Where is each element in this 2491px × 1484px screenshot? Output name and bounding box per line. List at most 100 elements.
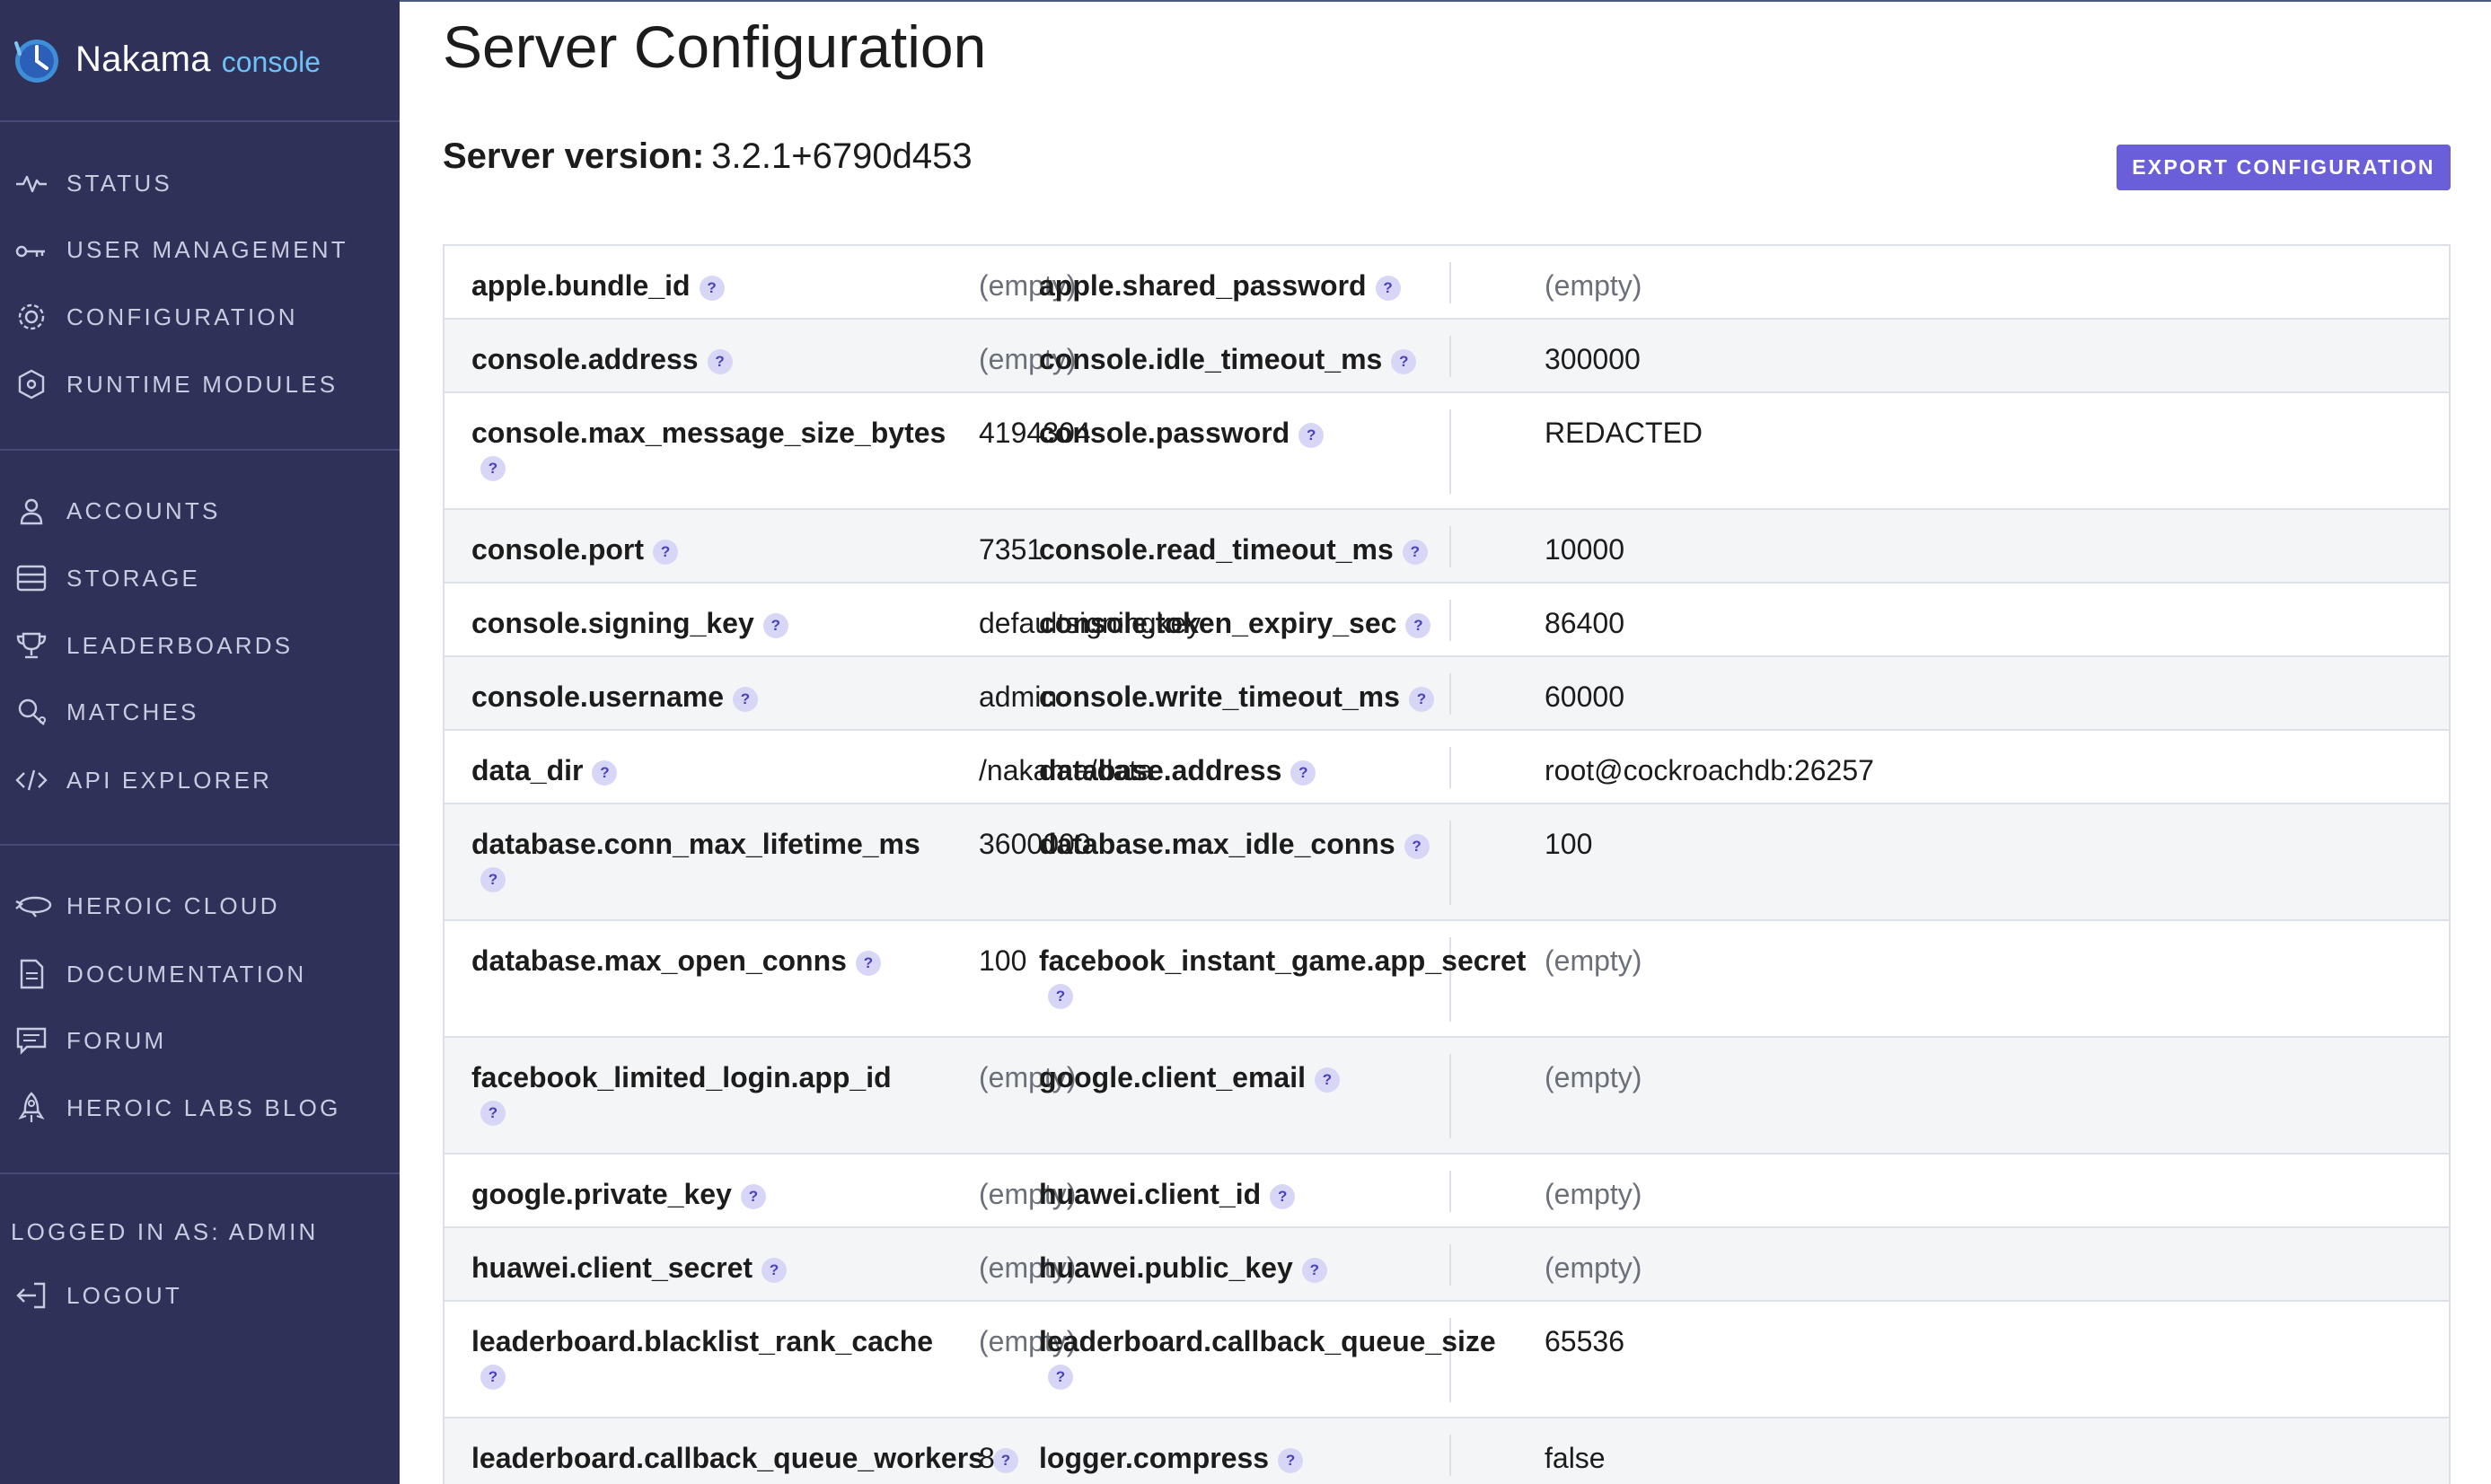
help-icon[interactable]: ? [733, 686, 758, 712]
server-version-label: Server version: [443, 136, 705, 176]
brand[interactable]: Nakama console [11, 32, 321, 86]
help-icon[interactable]: ? [1048, 984, 1073, 1009]
config-key-label: console.address [471, 343, 699, 375]
sidebar-item-configuration[interactable]: CONFIGURATION [0, 290, 400, 344]
help-icon[interactable]: ? [1278, 1447, 1304, 1473]
help-icon[interactable]: ? [1314, 1067, 1340, 1093]
sidebar-item-heroic-labs-blog[interactable]: HEROIC LABS BLOG [0, 1081, 400, 1135]
help-icon[interactable]: ? [1402, 539, 1428, 565]
sidebar-item-label: RUNTIME MODULES [66, 370, 339, 398]
config-value: (empty) [1545, 1251, 1642, 1284]
config-value: 8 [979, 1442, 995, 1474]
column-separator [1449, 1171, 1451, 1212]
sidebar-item-label: DOCUMENTATION [66, 960, 307, 988]
config-key: leaderboard.callback_queue_workers? [471, 1436, 1018, 1480]
sidebar-item-leaderboards[interactable]: LEADERBOARDS [0, 619, 400, 672]
config-key-label: leaderboard.blacklist_rank_cache [471, 1325, 934, 1357]
help-icon[interactable]: ? [761, 1257, 788, 1283]
sidebar-item-storage[interactable]: STORAGE [0, 551, 400, 605]
sidebar-item-status[interactable]: STATUS [0, 156, 400, 210]
help-icon[interactable]: ? [1408, 686, 1434, 712]
help-icon[interactable]: ? [707, 348, 733, 374]
column-separator [1449, 1244, 1451, 1286]
help-icon[interactable]: ? [480, 1365, 506, 1390]
config-row: console.port? 7351 console.read_timeout_ms… [445, 510, 2449, 584]
config-value: REDACTED [1545, 417, 1703, 449]
matches-icon [14, 695, 48, 729]
help-icon[interactable]: ? [762, 612, 788, 638]
export-configuration-button[interactable]: EXPORT CONFIGURATION [2117, 145, 2451, 190]
config-key: database.address? [1039, 749, 1316, 792]
config-key: database.conn_max_lifetime_ms? [471, 822, 920, 892]
sidebar-item-api-explorer[interactable]: API EXPLORER [0, 753, 400, 807]
chat-icon [14, 1023, 48, 1058]
server-version: Server version: 3.2.1+6790d453 [443, 136, 973, 177]
config-key: huawei.client_secret? [471, 1246, 788, 1289]
config-key-label: apple.bundle_id [471, 269, 691, 302]
config-row: database.max_open_conns? 100 facebook_inst… [445, 921, 2449, 1038]
config-key-label: facebook_limited_login.app_id [471, 1061, 892, 1093]
help-icon[interactable]: ? [653, 539, 679, 565]
config-key-label: console.write_timeout_ms [1039, 681, 1400, 713]
help-icon[interactable]: ? [1405, 612, 1431, 638]
help-icon[interactable]: ? [480, 456, 506, 481]
config-key-label: huawei.public_key [1039, 1251, 1293, 1284]
config-key-label: console.signing_key [471, 607, 754, 639]
help-icon[interactable]: ? [480, 867, 506, 892]
help-icon[interactable]: ? [592, 760, 618, 786]
config-key: console.read_timeout_ms? [1039, 528, 1428, 571]
gear-icon [14, 300, 48, 334]
logout-button[interactable]: LOGOUT [0, 1269, 400, 1322]
column-separator [1449, 526, 1451, 567]
help-icon[interactable]: ? [1404, 833, 1430, 859]
config-key-label: console.max_message_size_bytes [471, 417, 946, 449]
config-key-label: huawei.client_secret [471, 1251, 753, 1284]
config-value: root@cockroachdb:26257 [1545, 754, 1874, 786]
sidebar-item-label: ACCOUNTS [66, 496, 221, 524]
config-row: console.signing_key? defaultsigningkey con… [445, 584, 2449, 657]
sidebar-item-documentation[interactable]: DOCUMENTATION [0, 947, 400, 1001]
help-icon[interactable]: ? [1048, 1365, 1073, 1390]
help-icon[interactable]: ? [1270, 1183, 1296, 1209]
help-icon[interactable]: ? [1290, 760, 1316, 786]
cloud-icon [14, 889, 52, 923]
config-row: google.private_key? (empty) huawei.client_… [445, 1155, 2449, 1228]
config-key: google.client_email? [1039, 1056, 1340, 1099]
sidebar-item-label: API EXPLORER [66, 766, 273, 794]
sidebar-item-heroic-cloud[interactable]: HEROIC CLOUD [0, 879, 400, 933]
help-icon[interactable]: ? [740, 1183, 766, 1209]
config-key-label: console.token_expiry_sec [1039, 607, 1397, 639]
config-key-label: apple.shared_password [1039, 269, 1367, 302]
config-key-label: leaderboard.callback_queue_size [1039, 1325, 1496, 1357]
config-value: 86400 [1545, 607, 1624, 639]
sidebar-item-accounts[interactable]: ACCOUNTS [0, 484, 400, 538]
sidebar-item-matches[interactable]: MATCHES [0, 685, 400, 739]
column-separator [1449, 336, 1451, 377]
help-icon[interactable]: ? [1298, 422, 1325, 448]
config-key: console.max_message_size_bytes? [471, 411, 946, 481]
column-separator [1449, 1435, 1451, 1476]
config-key-label: database.conn_max_lifetime_ms [471, 828, 920, 860]
config-key: console.signing_key? [471, 602, 788, 645]
config-row: database.conn_max_lifetime_ms? 3600000 dat… [445, 804, 2449, 921]
sidebar-item-user-management[interactable]: USER MANAGEMENT [0, 223, 400, 277]
config-value: 100 [1545, 828, 1593, 860]
config-key-label: database.max_open_conns [471, 944, 847, 977]
help-icon[interactable]: ? [699, 275, 725, 301]
config-key: console.token_expiry_sec? [1039, 602, 1431, 645]
sidebar-item-label: STATUS [66, 169, 172, 197]
help-icon[interactable]: ? [992, 1447, 1018, 1473]
config-key-label: data_dir [471, 754, 584, 786]
sidebar-item-runtime-modules[interactable]: RUNTIME MODULES [0, 357, 400, 411]
help-icon[interactable]: ? [1375, 275, 1401, 301]
help-icon[interactable]: ? [480, 1101, 506, 1126]
column-separator [1449, 409, 1451, 494]
brand-name: Nakama [75, 39, 211, 79]
help-icon[interactable]: ? [1301, 1257, 1327, 1283]
help-icon[interactable]: ? [1391, 348, 1417, 374]
help-icon[interactable]: ? [855, 950, 881, 976]
config-key-label: database.address [1039, 754, 1282, 786]
config-row: console.max_message_size_bytes? 4194304 co… [445, 393, 2449, 510]
sidebar-item-forum[interactable]: FORUM [0, 1014, 400, 1067]
config-row: console.address? (empty) console.idle_time… [445, 320, 2449, 393]
